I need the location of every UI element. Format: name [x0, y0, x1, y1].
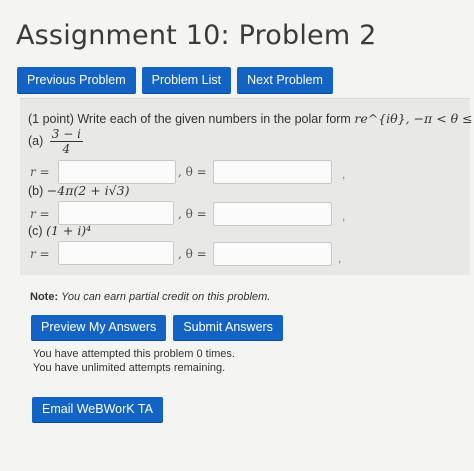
note-label: Note:	[30, 291, 59, 303]
part-c-theta-label: , θ =	[178, 247, 207, 261]
part-c-r-input[interactable]	[58, 241, 174, 265]
problem-statement: (1 point) Write each of the given number…	[28, 111, 474, 126]
part-a-prompt: (a) 3 − i 4	[28, 127, 83, 156]
note-text: You can earn partial credit on this prob…	[61, 291, 271, 303]
email-ta-button[interactable]: Email WeBWorK TA	[32, 397, 163, 422]
part-a-theta-input[interactable]	[213, 160, 332, 184]
part-c-prompt: (c) (1 + i)⁴	[28, 223, 91, 238]
problem-intro: (1 point) Write each of the given number…	[28, 112, 351, 126]
part-a-denominator: 4	[62, 142, 71, 156]
part-b-theta-input[interactable]	[213, 202, 332, 226]
page-title: Assignment 10: Problem 2	[16, 20, 377, 51]
part-a-comma: ,	[342, 167, 346, 181]
submit-answers-button[interactable]: Submit Answers	[173, 315, 283, 340]
part-b-r-label: r =	[30, 207, 50, 221]
part-b-prompt: (b) −4π(2 + i√3)	[28, 183, 129, 198]
part-c-theta-input[interactable]	[213, 242, 332, 266]
part-c-r-label: r =	[30, 247, 50, 261]
answer-actions: Preview My Answers Submit Answers	[31, 315, 283, 340]
problem-list-button[interactable]: Problem List	[141, 67, 232, 93]
next-problem-button[interactable]: Next Problem	[237, 67, 333, 93]
part-c-comma: ,	[338, 251, 342, 265]
part-b-comma: ,	[342, 209, 346, 223]
part-a-fraction: 3 − i 4	[49, 127, 83, 156]
preview-answers-button[interactable]: Preview My Answers	[31, 315, 167, 340]
part-a-label: (a)	[28, 133, 44, 148]
part-a-theta-label: , θ =	[178, 165, 207, 179]
previous-problem-button[interactable]: Previous Problem	[17, 67, 136, 93]
part-c-expression: (1 + i)⁴	[46, 223, 92, 238]
part-c-label: (c)	[28, 224, 43, 238]
problem-panel: (1 point) Write each of the given number…	[20, 98, 474, 275]
partial-credit-note: Note: You can earn partial credit on thi…	[30, 291, 270, 303]
part-a-numerator: 3 − i	[49, 127, 83, 142]
part-a-r-label: r =	[30, 165, 50, 179]
part-a-r-input[interactable]	[58, 160, 176, 184]
attempts-remaining-text: You have unlimited attempts remaining.	[33, 362, 226, 374]
part-b-theta-label: , θ =	[178, 207, 207, 221]
attempts-count-text: You have attempted this problem 0 times.	[33, 348, 235, 360]
part-b-label: (b)	[28, 184, 44, 198]
part-b-expression: −4π(2 + i√3)	[46, 183, 130, 198]
problem-navigation: Previous Problem Problem List Next Probl…	[17, 67, 333, 93]
polar-form-expression: re^{iθ}, −π < θ ≤ π.	[354, 111, 474, 126]
part-b-r-input[interactable]	[58, 201, 174, 225]
